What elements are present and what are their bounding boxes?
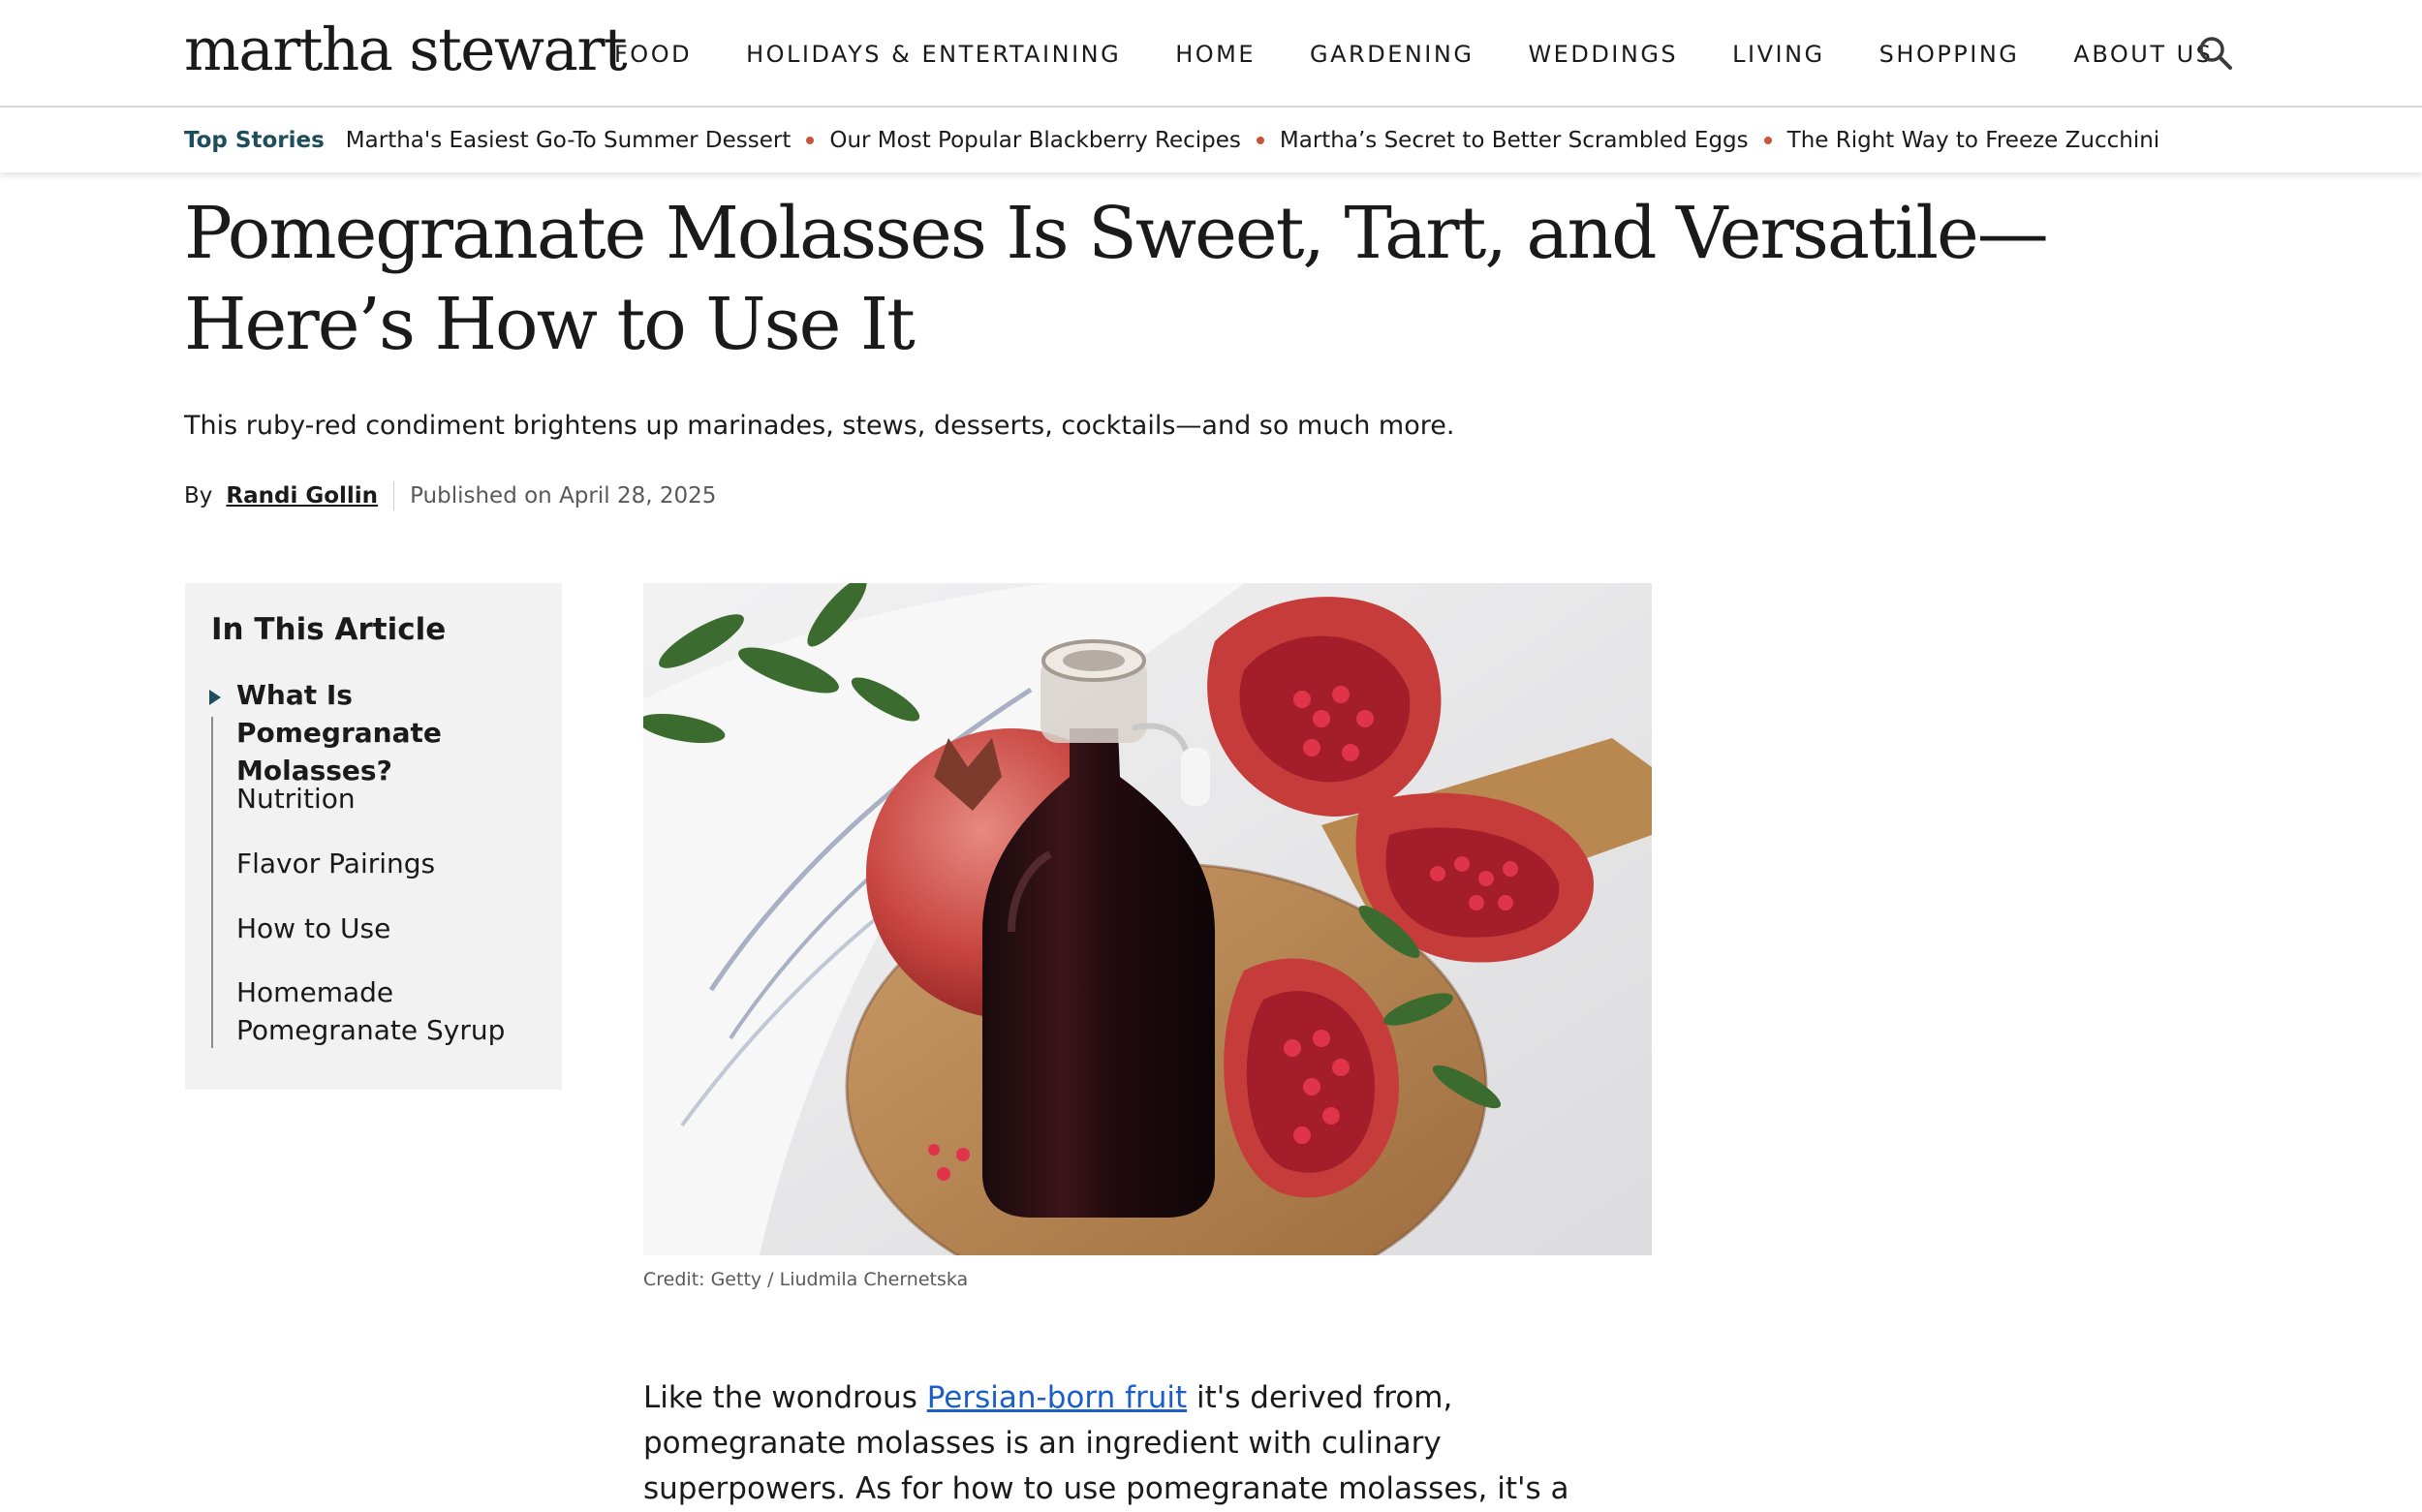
byline: By Randi Gollin Published on April 28, 2… — [184, 478, 716, 513]
toc-rail — [211, 717, 213, 1048]
nav-food[interactable]: FOOD — [614, 41, 692, 68]
byline-prefix: By — [184, 483, 213, 509]
article-headline: Pomegranate Molasses Is Sweet, Tart, and… — [184, 192, 2049, 366]
published-date: Published on April 28, 2025 — [410, 483, 717, 509]
separator-dot — [1256, 137, 1264, 144]
search-button[interactable] — [2197, 35, 2236, 74]
nav-about-us[interactable]: ABOUT US — [2073, 41, 2213, 68]
site-logo[interactable]: martha stewart — [184, 12, 628, 89]
nav-shopping[interactable]: SHOPPING — [1879, 41, 2020, 68]
toc-item-nutrition[interactable]: Nutrition — [236, 780, 546, 818]
toc-item-homemade-syrup[interactable]: Homemade Pomegranate Syrup — [236, 973, 527, 1049]
article-dek: This ruby-red condiment brightens up mar… — [184, 411, 1455, 441]
top-story-link[interactable]: Our Most Popular Blackberry Recipes — [829, 128, 1241, 153]
top-story-link[interactable]: Martha’s Secret to Better Scrambled Eggs — [1280, 128, 1749, 153]
main-nav: FOOD HOLIDAYS & ENTERTAINING HOME GARDEN… — [614, 0, 2213, 108]
image-credit: Credit: Getty / Liudmila Chernetska — [643, 1269, 969, 1290]
byline-divider — [393, 481, 395, 510]
top-stories-bar: Top Stories Martha's Easiest Go-To Summe… — [0, 108, 2422, 172]
article-body-paragraph: Like the wondrous Persian-born fruit it'… — [643, 1375, 1652, 1512]
site-header: martha stewart FOOD HOLIDAYS & ENTERTAIN… — [0, 0, 2422, 108]
author-link[interactable]: Randi Gollin — [226, 483, 378, 509]
nav-living[interactable]: LIVING — [1732, 41, 1825, 68]
toc-item-how-to-use[interactable]: How to Use — [236, 910, 546, 947]
search-icon — [2199, 37, 2232, 70]
hero-image — [643, 583, 1652, 1255]
nav-holidays-entertaining[interactable]: HOLIDAYS & ENTERTAINING — [746, 41, 1121, 68]
nav-home[interactable]: HOME — [1175, 41, 1256, 68]
toc-item-flavor-pairings[interactable]: Flavor Pairings — [236, 845, 546, 882]
separator-dot — [1763, 137, 1772, 144]
active-arrow-icon — [209, 690, 221, 705]
top-stories-label: Top Stories — [184, 128, 325, 153]
nav-weddings[interactable]: WEDDINGS — [1528, 41, 1678, 68]
table-of-contents: In This Article What Is Pomegranate Mola… — [185, 583, 562, 1090]
body-text-segment: Like the wondrous — [643, 1380, 927, 1415]
toc-title: In This Article — [211, 612, 447, 647]
top-story-link[interactable]: Martha's Easiest Go-To Summer Dessert — [346, 128, 792, 153]
separator-dot — [806, 137, 815, 144]
nav-gardening[interactable]: GARDENING — [1310, 41, 1474, 68]
toc-item-what-is[interactable]: What Is Pomegranate Molasses? — [236, 676, 546, 789]
persian-born-fruit-link[interactable]: Persian-born fruit — [927, 1380, 1187, 1415]
top-story-link[interactable]: The Right Way to Freeze Zucchini — [1787, 128, 2160, 153]
